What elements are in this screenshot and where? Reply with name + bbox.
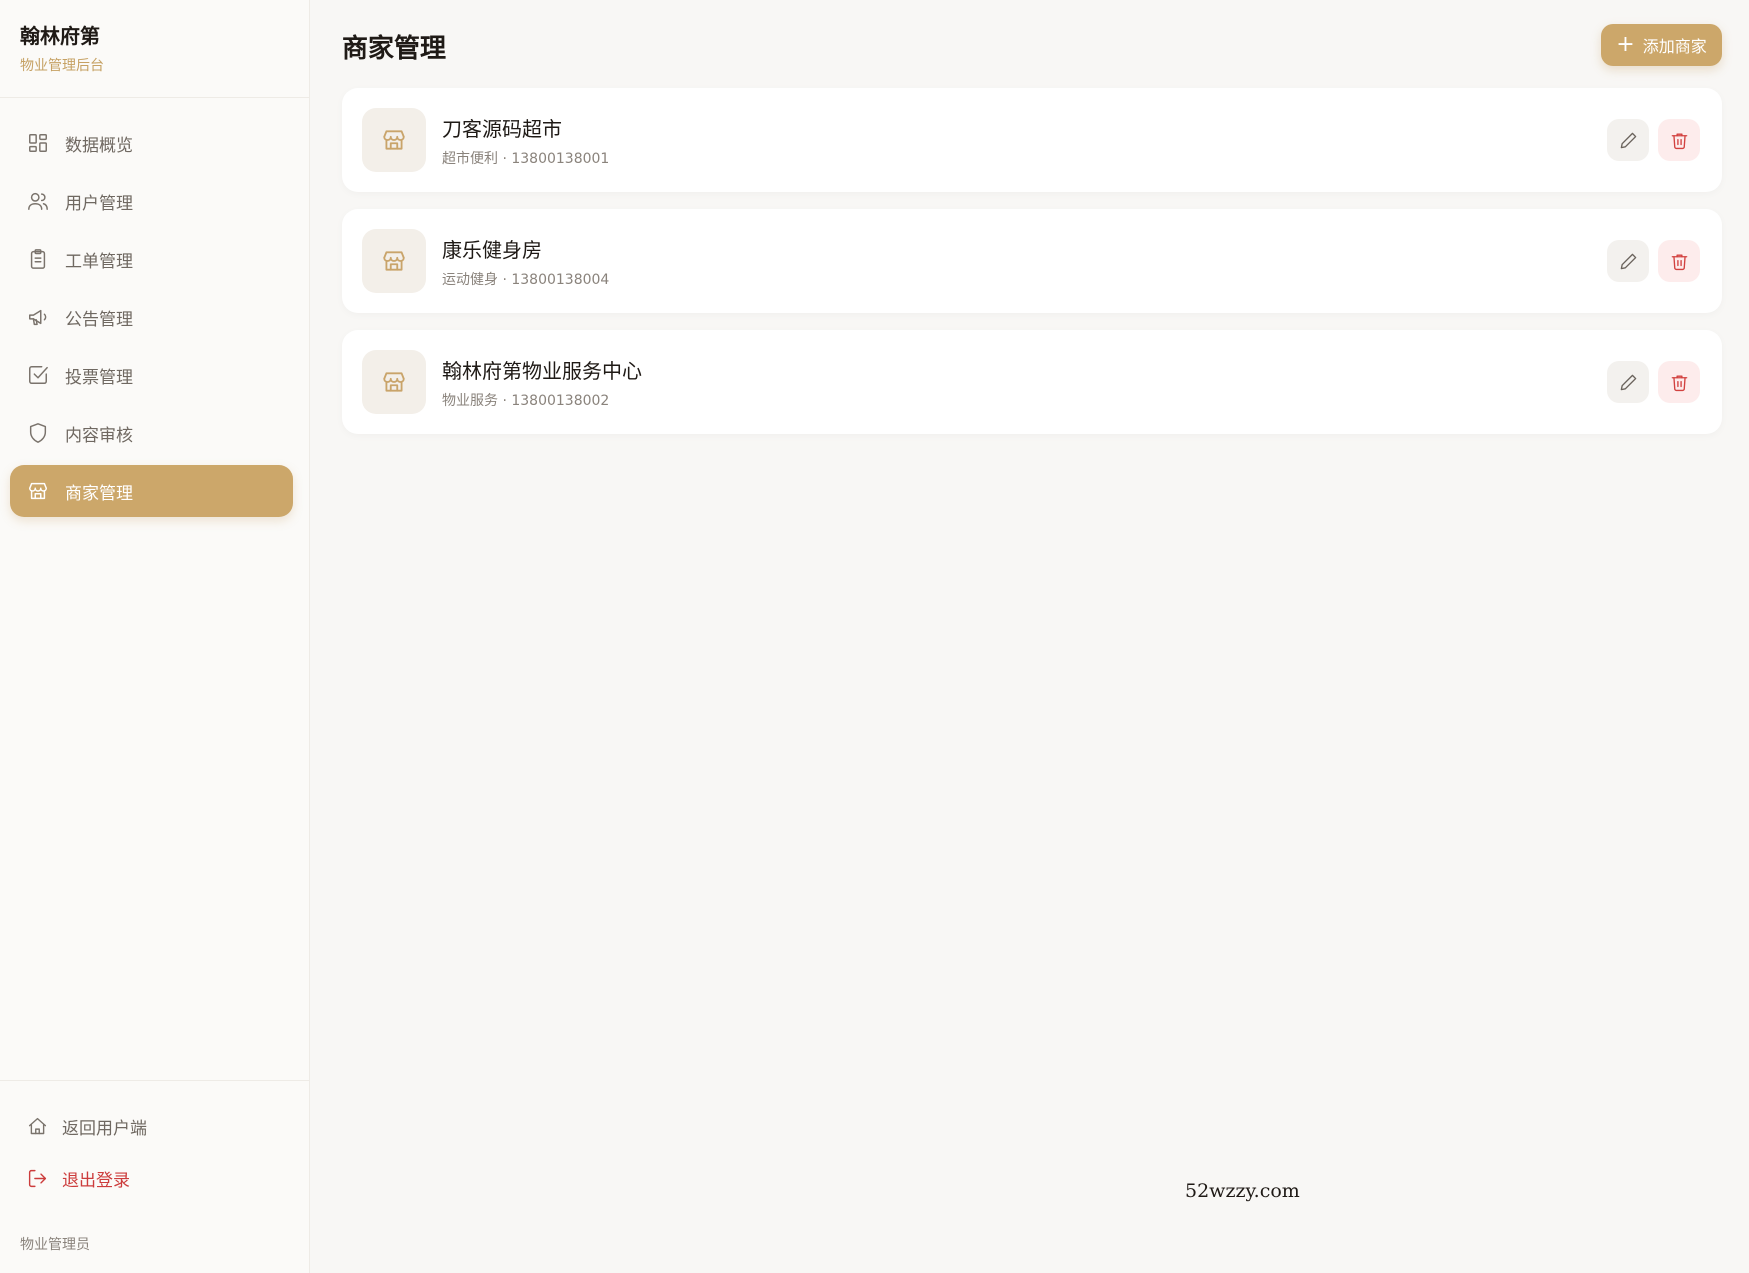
sidebar-item-voting[interactable]: 投票管理 [10, 349, 293, 401]
shield-icon [26, 421, 50, 445]
store-icon [26, 479, 50, 503]
merchant-list: 刀客源码超市 超市便利 · 13800138001 康乐健身房 运动健身 · 1… [342, 88, 1722, 451]
merchant-info: 翰林府第物业服务中心 物业服务 · 13800138002 [442, 355, 1607, 410]
divider [0, 1080, 310, 1081]
trash-icon [1671, 374, 1687, 391]
merchant-card: 翰林府第物业服务中心 物业服务 · 13800138002 [342, 330, 1722, 434]
delete-button[interactable] [1658, 361, 1700, 403]
brand-subtitle: 物业管理后台 [20, 58, 104, 74]
merchant-name: 刀客源码超市 [442, 116, 562, 141]
megaphone-icon [26, 305, 50, 329]
sidebar-item-label: 商家管理 [65, 483, 133, 504]
sidebar: 翰林府第 物业管理后台 数据概览 用户管理 工单管理 公告管理 投票管理 内容审… [0, 0, 310, 1273]
sidebar-item-moderation[interactable]: 内容审核 [10, 407, 293, 459]
home-icon [26, 1115, 48, 1137]
users-icon [26, 189, 50, 213]
merchant-name: 翰林府第物业服务中心 [442, 358, 642, 383]
user-role-label: 物业管理员 [20, 1237, 90, 1253]
edit-button[interactable] [1607, 119, 1649, 161]
add-merchant-button[interactable]: + 添加商家 [1601, 24, 1722, 66]
sidebar-item-dashboard[interactable]: 数据概览 [10, 117, 293, 169]
pencil-icon [1620, 132, 1636, 148]
merchant-meta: 物业服务 · 13800138002 [442, 392, 610, 409]
clipboard-icon [26, 247, 50, 271]
divider [0, 97, 310, 98]
merchant-card: 刀客源码超市 超市便利 · 13800138001 [342, 88, 1722, 192]
store-icon [362, 229, 426, 293]
merchant-meta: 超市便利 · 13800138001 [442, 150, 610, 167]
brand: 翰林府第 物业管理后台 [20, 20, 104, 75]
sidebar-item-merchants[interactable]: 商家管理 [10, 465, 293, 517]
merchant-actions [1607, 240, 1700, 282]
sidebar-item-tickets[interactable]: 工单管理 [10, 233, 293, 285]
watermark: 52wzzy.com [1185, 1180, 1300, 1202]
logout-icon [26, 1167, 48, 1189]
store-icon [362, 350, 426, 414]
merchant-card: 康乐健身房 运动健身 · 13800138004 [342, 209, 1722, 313]
logout-button[interactable]: 退出登录 [10, 1152, 293, 1204]
checkbox-icon [26, 363, 50, 387]
merchant-name: 康乐健身房 [442, 237, 542, 262]
sidebar-item-label: 工单管理 [65, 251, 133, 272]
plus-icon: + [1616, 32, 1635, 57]
sidebar-item-users[interactable]: 用户管理 [10, 175, 293, 227]
back-to-user-link[interactable]: 返回用户端 [10, 1100, 293, 1152]
logout-label: 退出登录 [62, 1170, 130, 1191]
merchant-info: 刀客源码超市 超市便利 · 13800138001 [442, 113, 1607, 168]
dashboard-icon [26, 131, 50, 155]
sidebar-item-label: 内容审核 [65, 425, 133, 446]
sidebar-item-label: 公告管理 [65, 309, 133, 330]
delete-button[interactable] [1658, 240, 1700, 282]
merchant-actions [1607, 361, 1700, 403]
merchant-info: 康乐健身房 运动健身 · 13800138004 [442, 234, 1607, 289]
back-to-user-label: 返回用户端 [62, 1118, 147, 1139]
brand-title: 翰林府第 [20, 24, 100, 48]
sidebar-item-label: 用户管理 [65, 193, 133, 214]
sidebar-item-label: 投票管理 [65, 367, 133, 388]
add-merchant-label: 添加商家 [1642, 37, 1707, 56]
sidebar-item-announcements[interactable]: 公告管理 [10, 291, 293, 343]
store-icon [362, 108, 426, 172]
edit-button[interactable] [1607, 361, 1649, 403]
pencil-icon [1620, 253, 1636, 269]
edit-button[interactable] [1607, 240, 1649, 282]
merchant-meta: 运动健身 · 13800138004 [442, 271, 610, 288]
trash-icon [1671, 132, 1687, 149]
page-title: 商家管理 [342, 34, 447, 64]
merchant-actions [1607, 119, 1700, 161]
delete-button[interactable] [1658, 119, 1700, 161]
pencil-icon [1620, 374, 1636, 390]
trash-icon [1671, 253, 1687, 270]
sidebar-footer: 返回用户端 退出登录 [10, 1100, 293, 1204]
sidebar-item-label: 数据概览 [65, 135, 133, 156]
sidebar-nav: 数据概览 用户管理 工单管理 公告管理 投票管理 内容审核 商家管理 [10, 117, 293, 523]
